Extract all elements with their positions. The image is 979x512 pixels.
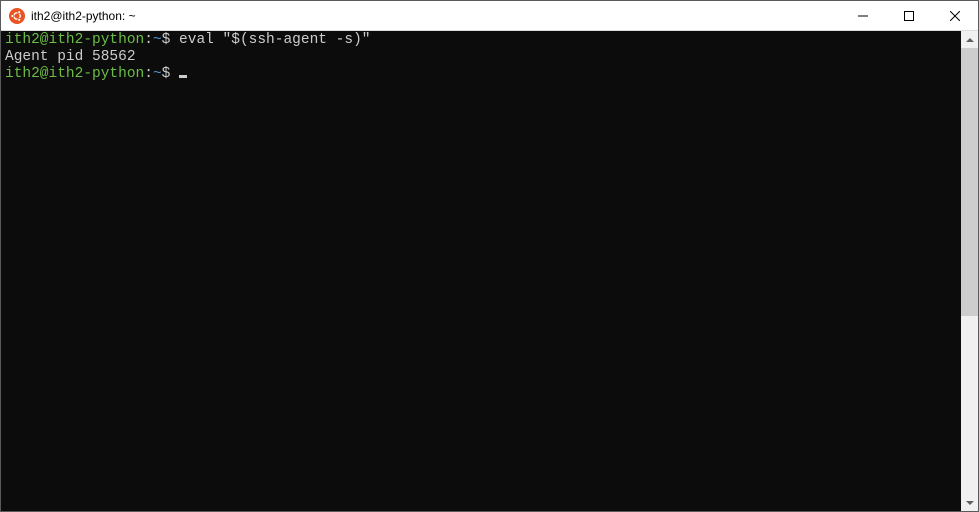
scroll-track[interactable] bbox=[961, 48, 978, 494]
vertical-scrollbar[interactable] bbox=[961, 31, 978, 511]
scroll-up-button[interactable] bbox=[961, 31, 978, 48]
terminal-viewport[interactable]: ith2@ith2-python:~$ eval "$(ssh-agent -s… bbox=[1, 31, 961, 511]
output-line: Agent pid 58562 bbox=[5, 49, 136, 65]
window-body: ith2@ith2-python:~$ eval "$(ssh-agent -s… bbox=[1, 31, 978, 511]
prompt-colon: : bbox=[144, 66, 153, 82]
minimize-button[interactable] bbox=[840, 1, 886, 30]
cursor bbox=[179, 75, 187, 78]
chevron-down-icon bbox=[966, 501, 974, 505]
prompt-path: ~ bbox=[153, 32, 162, 48]
prompt-colon: : bbox=[144, 32, 153, 48]
window-title: ith2@ith2-python: ~ bbox=[31, 9, 840, 23]
prompt-user-host: ith2@ith2-python bbox=[5, 32, 144, 48]
prompt-path: ~ bbox=[153, 66, 162, 82]
command-text: eval "$(ssh-agent -s)" bbox=[179, 32, 370, 48]
prompt-dollar: $ bbox=[162, 66, 179, 82]
terminal-window: ith2@ith2-python: ~ ith2@ith2-python:~$ … bbox=[0, 0, 979, 512]
titlebar[interactable]: ith2@ith2-python: ~ bbox=[1, 1, 978, 31]
scroll-down-button[interactable] bbox=[961, 494, 978, 511]
scroll-thumb[interactable] bbox=[961, 48, 978, 316]
close-button[interactable] bbox=[932, 1, 978, 30]
prompt-user-host: ith2@ith2-python bbox=[5, 66, 144, 82]
chevron-up-icon bbox=[966, 38, 974, 42]
maximize-button[interactable] bbox=[886, 1, 932, 30]
prompt-dollar: $ bbox=[162, 32, 179, 48]
ubuntu-icon bbox=[9, 8, 25, 24]
window-controls bbox=[840, 1, 978, 30]
